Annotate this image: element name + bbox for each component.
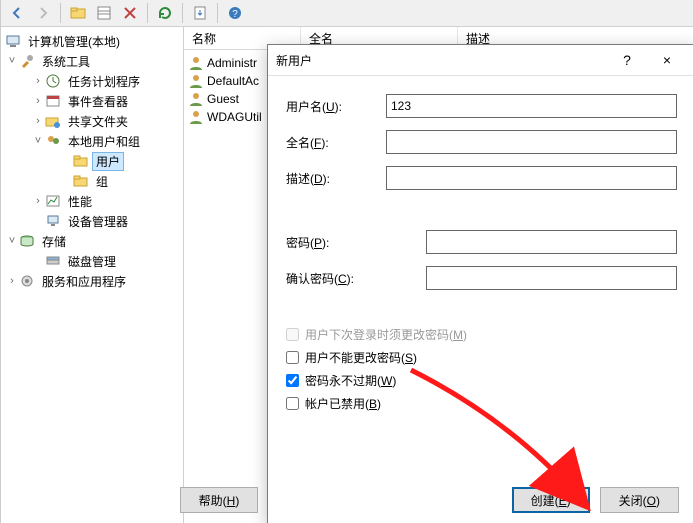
users-icon — [45, 133, 61, 149]
tree-node-disk-management[interactable]: 磁盘管理 — [3, 251, 183, 271]
never-expires-checkbox[interactable] — [286, 374, 299, 387]
tree-node-shared-folders[interactable]: › 共享文件夹 — [3, 111, 183, 131]
toolbar-forward-icon[interactable] — [31, 1, 55, 25]
new-user-dialog: 新用户 ? × 用户名(U): 全名(F): 描述(D): 密码(P): — [267, 44, 693, 523]
toolbar-folder-icon[interactable] — [66, 1, 90, 25]
user-icon — [188, 73, 204, 89]
checkbox-never-expires[interactable]: 密码永不过期(W) — [286, 372, 677, 389]
toolbar-back-icon[interactable] — [5, 1, 29, 25]
tree-node-users[interactable]: 用户 — [3, 151, 183, 171]
tree-node-performance[interactable]: › 性能 — [3, 191, 183, 211]
tree-node-services-apps[interactable]: › 服务和应用程序 — [3, 271, 183, 291]
description-input[interactable] — [386, 166, 677, 190]
dialog-help-icon[interactable]: ? — [607, 46, 647, 74]
tree-node-task-scheduler[interactable]: › 任务计划程序 — [3, 71, 183, 91]
tree-node-device-manager[interactable]: 设备管理器 — [3, 211, 183, 231]
field-password: 密码(P): — [286, 230, 677, 254]
expand-icon[interactable]: › — [31, 75, 45, 87]
field-confirm-password: 确认密码(C): — [286, 266, 677, 290]
toolbar-refresh-icon[interactable] — [153, 1, 177, 25]
create-button[interactable]: 创建(E) — [512, 487, 590, 513]
confirm-password-input[interactable] — [426, 266, 677, 290]
password-label: 密码(P): — [286, 234, 426, 251]
cannot-change-checkbox[interactable] — [286, 351, 299, 364]
expand-icon[interactable]: › — [31, 195, 45, 207]
dialog-titlebar[interactable]: 新用户 ? × — [268, 45, 693, 76]
event-icon — [45, 93, 61, 109]
checkbox-must-change-password: 用户下次登录时须更改密码(M) — [286, 326, 677, 343]
user-icon — [188, 91, 204, 107]
field-username: 用户名(U): — [286, 94, 677, 118]
checkbox-account-disabled[interactable]: 帐户已禁用(B) — [286, 395, 677, 412]
service-icon — [19, 273, 35, 289]
clock-icon — [45, 73, 61, 89]
tree-root-label: 计算机管理(本地) — [24, 32, 124, 51]
computer-icon — [5, 33, 21, 49]
disk-icon — [45, 253, 61, 269]
description-label: 描述(D): — [286, 170, 386, 187]
toolbar-export-icon[interactable] — [188, 1, 212, 25]
tree-node-local-users-groups[interactable]: ˅ 本地用户和组 — [3, 131, 183, 151]
user-icon — [188, 109, 204, 125]
tree-node-groups[interactable]: 组 — [3, 171, 183, 191]
toolbar-help-icon[interactable]: ? — [223, 1, 247, 25]
tree-node-event-viewer[interactable]: › 事件查看器 — [3, 91, 183, 111]
tree-node-system-tools[interactable]: ˅ 系统工具 — [3, 51, 183, 71]
dialog-close-icon[interactable]: × — [647, 46, 687, 74]
svg-text:?: ? — [232, 9, 238, 20]
user-icon — [188, 55, 204, 71]
storage-icon — [19, 233, 35, 249]
folder-icon — [73, 173, 89, 189]
field-description: 描述(D): — [286, 166, 677, 190]
must-change-checkbox — [286, 328, 299, 341]
perf-icon — [45, 193, 61, 209]
expand-icon[interactable]: › — [31, 115, 45, 127]
toolbar-properties-icon[interactable] — [92, 1, 116, 25]
username-input[interactable] — [386, 94, 677, 118]
fullname-input[interactable] — [386, 130, 677, 154]
help-button[interactable]: 帮助(H) — [180, 487, 259, 513]
folder-icon — [73, 153, 89, 169]
username-label: 用户名(U): — [286, 98, 386, 115]
collapse-icon[interactable]: ˅ — [5, 235, 19, 247]
tree-root-node[interactable]: 计算机管理(本地) — [3, 31, 183, 51]
tools-icon — [19, 53, 35, 69]
share-icon — [45, 113, 61, 129]
fullname-label: 全名(F): — [286, 134, 386, 151]
dialog-title: 新用户 — [276, 52, 607, 69]
close-button[interactable]: 关闭(O) — [600, 487, 679, 513]
collapse-icon[interactable]: ˅ — [31, 135, 45, 147]
collapse-icon[interactable]: ˅ — [5, 55, 19, 67]
password-input[interactable] — [426, 230, 677, 254]
toolbar: ? — [1, 0, 693, 27]
expand-icon[interactable]: › — [31, 95, 45, 107]
nav-tree[interactable]: 计算机管理(本地) ˅ 系统工具 › 任务计划程序 › 事件查看器 — [1, 27, 184, 523]
tree-node-storage[interactable]: ˅ 存储 — [3, 231, 183, 251]
expand-icon[interactable]: › — [5, 275, 19, 287]
toolbar-delete-icon[interactable] — [118, 1, 142, 25]
account-disabled-checkbox[interactable] — [286, 397, 299, 410]
device-icon — [45, 213, 61, 229]
confirm-password-label: 确认密码(C): — [286, 270, 426, 287]
field-fullname: 全名(F): — [286, 130, 677, 154]
checkbox-cannot-change-password[interactable]: 用户不能更改密码(S) — [286, 349, 677, 366]
